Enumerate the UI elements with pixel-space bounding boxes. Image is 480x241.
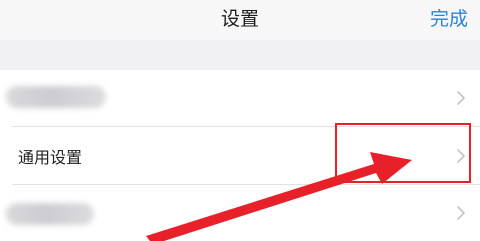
pointer-arrow: [146, 152, 412, 241]
